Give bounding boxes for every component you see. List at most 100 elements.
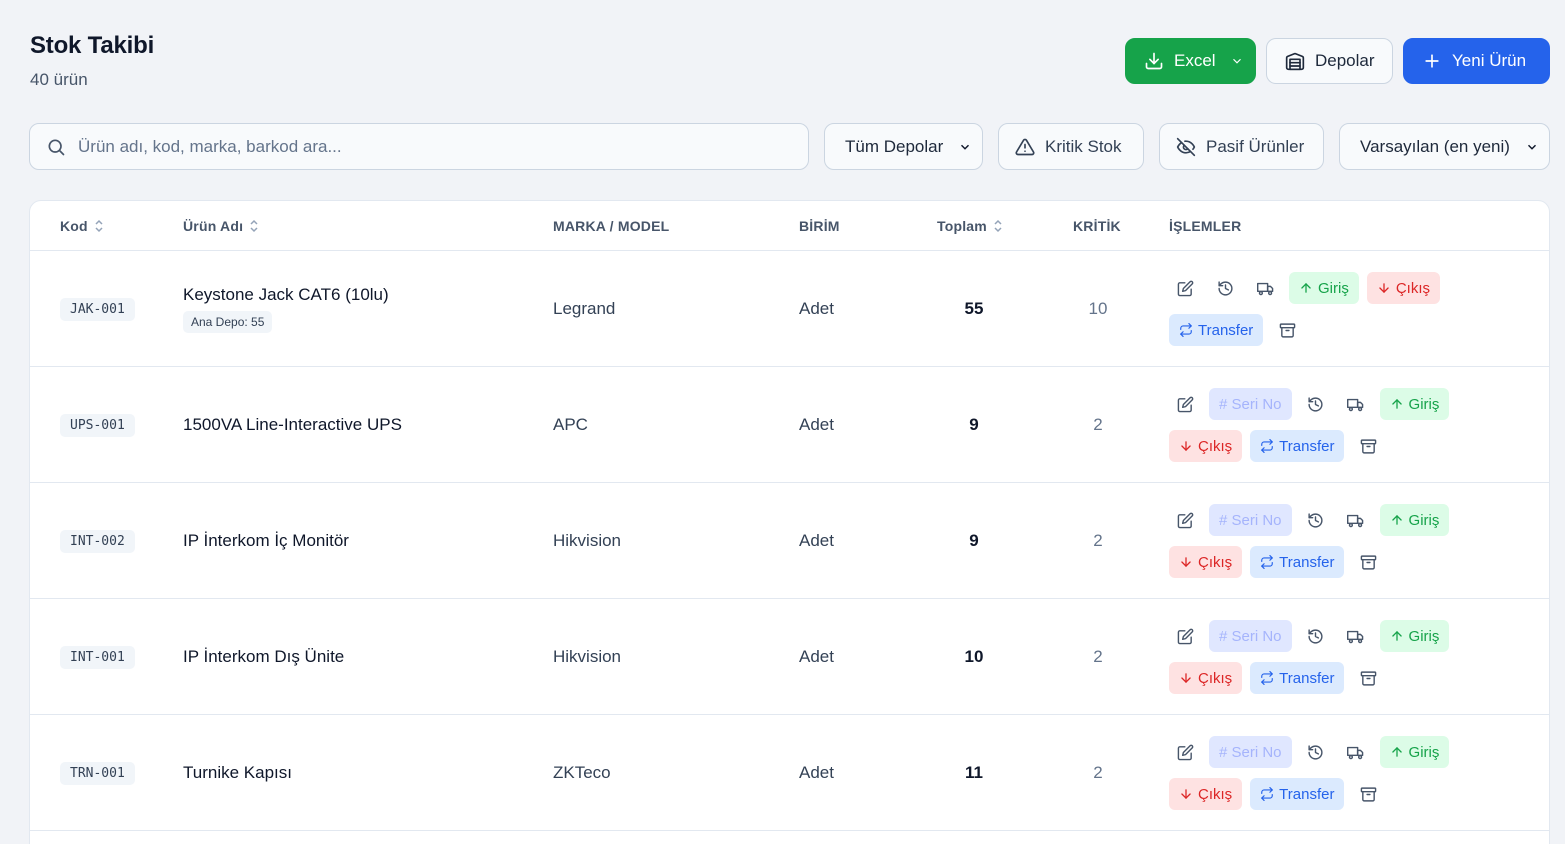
edit-icon[interactable] <box>1169 504 1201 536</box>
history-icon[interactable] <box>1300 388 1332 420</box>
column-kod[interactable]: Kod <box>60 201 104 251</box>
transfer-button[interactable]: Transfer <box>1250 662 1345 694</box>
edit-icon[interactable] <box>1169 736 1201 768</box>
product-name-wrap: IP İnterkom İç Monitör <box>183 531 349 551</box>
history-icon[interactable] <box>1300 736 1332 768</box>
giris-button-label: Giriş <box>1408 627 1440 645</box>
product-name[interactable]: IP İnterkom İç Monitör <box>183 531 349 551</box>
product-name[interactable]: Turnike Kapısı <box>183 763 292 783</box>
column-birim: BİRİM <box>799 218 840 234</box>
kritik-stok-button[interactable]: Kritik Stok <box>998 123 1144 170</box>
cell-code: UPS-001 <box>60 367 135 483</box>
product-total: 10 <box>964 647 984 666</box>
history-icon[interactable] <box>1300 504 1332 536</box>
giris-button[interactable]: Giriş <box>1379 620 1450 652</box>
transfer-button-label: Transfer <box>1279 553 1335 571</box>
archive-icon[interactable] <box>1271 314 1303 346</box>
table-body: JAK-001 Keystone Jack CAT6 (10lu) Ana Depo… <box>30 251 1549 831</box>
archive-icon[interactable] <box>1352 546 1384 578</box>
product-unit: Adet <box>799 763 834 782</box>
transfer-button-label: Transfer <box>1198 321 1254 339</box>
product-code: JAK-001 <box>60 297 135 321</box>
table-row: INT-001 IP İnterkom Dış Ünite Hikvision Ade… <box>30 599 1549 715</box>
cell-code: JAK-001 <box>60 251 135 367</box>
history-icon[interactable] <box>1209 272 1241 304</box>
table-row: UPS-001 1500VA Line-Interactive UPS APC Ade… <box>30 367 1549 483</box>
giris-button-label: Giriş <box>1318 279 1349 297</box>
pasif-urunler-button[interactable]: Pasif Ürünler <box>1159 123 1324 170</box>
column-urun-adi[interactable]: Ürün Adı <box>183 201 259 251</box>
transfer-icon <box>1260 555 1274 569</box>
truck-icon[interactable] <box>1340 736 1372 768</box>
cikis-button[interactable]: Çıkış <box>1169 778 1243 810</box>
transfer-button[interactable]: Transfer <box>1250 778 1345 810</box>
product-code: INT-002 <box>60 529 135 553</box>
truck-icon[interactable] <box>1249 272 1281 304</box>
seri-no-button[interactable]: # Seri No <box>1209 736 1292 768</box>
sort-select[interactable]: Varsayılan (en yeni) <box>1339 123 1550 170</box>
archive-icon[interactable] <box>1352 778 1384 810</box>
seri-no-button-label: # Seri No <box>1219 743 1282 761</box>
chevron-down-icon <box>1525 140 1539 154</box>
column-toplam[interactable]: Toplam <box>937 201 1003 251</box>
depolar-label: Depolar <box>1315 51 1375 70</box>
table-row: JAK-001 Keystone Jack CAT6 (10lu) Ana Depo… <box>30 251 1549 367</box>
product-unit: Adet <box>799 415 834 434</box>
product-name[interactable]: Keystone Jack CAT6 (10lu) <box>183 285 389 305</box>
kritik-stok-label: Kritik Stok <box>1045 136 1122 156</box>
product-name[interactable]: 1500VA Line-Interactive UPS <box>183 415 402 435</box>
product-brand: Hikvision <box>553 531 622 550</box>
cikis-button[interactable]: Çıkış <box>1169 662 1243 694</box>
product-name-wrap: Turnike Kapısı <box>183 763 292 783</box>
edit-icon[interactable] <box>1169 620 1201 652</box>
history-icon[interactable] <box>1300 620 1332 652</box>
cikis-button[interactable]: Çıkış <box>1169 430 1243 462</box>
transfer-icon <box>1260 787 1274 801</box>
depo-select[interactable]: Tüm Depolar <box>824 123 983 170</box>
giris-button[interactable]: Giriş <box>1289 272 1359 304</box>
truck-icon[interactable] <box>1340 504 1372 536</box>
arrow-down-icon <box>1179 787 1193 801</box>
search-input[interactable] <box>78 136 792 157</box>
product-code: UPS-001 <box>60 413 135 437</box>
pasif-urunler-label: Pasif Ürünler <box>1206 136 1305 156</box>
depolar-button[interactable]: Depolar <box>1266 38 1393 84</box>
product-unit: Adet <box>799 299 834 318</box>
arrow-down-icon <box>1179 555 1193 569</box>
giris-button-label: Giriş <box>1408 395 1440 413</box>
seri-no-button-label: # Seri No <box>1219 395 1282 413</box>
cikis-button-label: Çıkış <box>1198 553 1233 571</box>
seri-no-button[interactable]: # Seri No <box>1209 388 1292 420</box>
product-brand: Legrand <box>553 299 616 318</box>
column-marka: MARKA / MODEL <box>553 218 670 234</box>
seri-no-button[interactable]: # Seri No <box>1209 504 1292 536</box>
transfer-icon <box>1260 439 1274 453</box>
truck-icon[interactable] <box>1340 388 1372 420</box>
product-name[interactable]: IP İnterkom Dış Ünite <box>183 647 344 667</box>
arrow-up-icon <box>1390 397 1404 411</box>
cell-name: Turnike Kapısı <box>183 715 292 831</box>
giris-button[interactable]: Giriş <box>1379 388 1450 420</box>
cikis-button[interactable]: Çıkış <box>1366 272 1440 304</box>
new-product-button[interactable]: Yeni Ürün <box>1403 38 1550 84</box>
archive-icon[interactable] <box>1352 662 1384 694</box>
giris-button-label: Giriş <box>1408 743 1440 761</box>
giris-button[interactable]: Giriş <box>1379 736 1450 768</box>
product-unit: Adet <box>799 531 834 550</box>
transfer-button[interactable]: Transfer <box>1250 546 1345 578</box>
cikis-button[interactable]: Çıkış <box>1169 546 1243 578</box>
archive-icon[interactable] <box>1352 430 1384 462</box>
product-total: 9 <box>969 531 979 550</box>
sort-icon <box>993 219 1003 233</box>
edit-icon[interactable] <box>1169 272 1201 304</box>
eye-off-icon <box>1176 137 1196 157</box>
truck-icon[interactable] <box>1340 620 1372 652</box>
giris-button[interactable]: Giriş <box>1379 504 1450 536</box>
transfer-button[interactable]: Transfer <box>1250 430 1345 462</box>
arrow-up-icon <box>1390 745 1404 759</box>
sort-icon <box>94 219 104 233</box>
transfer-button[interactable]: Transfer <box>1169 314 1264 346</box>
excel-button[interactable]: Excel <box>1125 38 1256 84</box>
seri-no-button[interactable]: # Seri No <box>1209 620 1292 652</box>
edit-icon[interactable] <box>1169 388 1201 420</box>
